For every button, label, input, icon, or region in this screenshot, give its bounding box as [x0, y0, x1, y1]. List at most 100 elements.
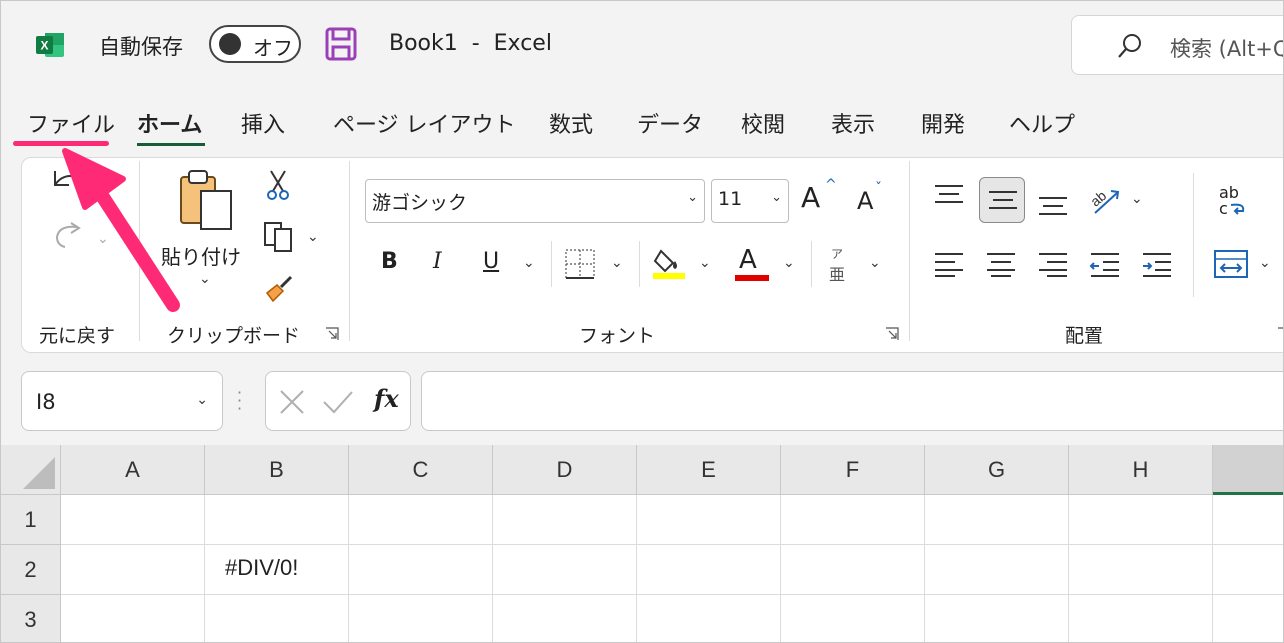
shrink-font-button[interactable]: A [857, 187, 873, 215]
redo-icon[interactable] [49, 221, 89, 251]
merge-center-icon[interactable] [1213, 249, 1249, 279]
cell-d3[interactable] [493, 595, 637, 642]
redo-dropdown-icon[interactable]: ⌄ [97, 231, 109, 247]
row-header-3[interactable]: 3 [1, 595, 61, 642]
vertical-dots-icon[interactable]: · · · [237, 385, 242, 417]
cell-a3[interactable] [61, 595, 205, 642]
cell-e3[interactable] [637, 595, 781, 642]
cut-icon[interactable] [265, 169, 291, 201]
tab-developer[interactable]: 開発 [921, 107, 965, 139]
column-header-h[interactable]: H [1069, 445, 1213, 495]
column-header-e[interactable]: E [637, 445, 781, 495]
bold-button[interactable]: B [381, 249, 398, 274]
column-header-b[interactable]: B [205, 445, 349, 495]
cell-a1[interactable] [61, 495, 205, 545]
cancel-icon[interactable] [278, 388, 306, 416]
copy-icon[interactable] [263, 221, 295, 253]
italic-button[interactable]: I [433, 249, 442, 274]
alignment-launcher-icon[interactable] [1277, 327, 1284, 341]
align-left-icon[interactable] [933, 251, 965, 277]
merge-dropdown-icon[interactable]: ⌄ [1259, 255, 1271, 271]
tab-home[interactable]: ホーム [137, 107, 202, 139]
cell-c1[interactable] [349, 495, 493, 545]
font-name-select[interactable]: 游ゴシック ⌄ [365, 179, 705, 223]
cell-h1[interactable] [1069, 495, 1213, 545]
fill-color-dropdown-icon[interactable]: ⌄ [699, 255, 711, 271]
font-color-dropdown-icon[interactable]: ⌄ [783, 255, 795, 271]
cell-e1[interactable] [637, 495, 781, 545]
orientation-icon[interactable]: ab [1087, 183, 1123, 217]
cell-b2[interactable]: #DIV/0! [205, 545, 349, 595]
cell-c3[interactable] [349, 595, 493, 642]
search-box[interactable]: 検索 (Alt+Q) [1071, 15, 1283, 75]
borders-dropdown-icon[interactable]: ⌄ [611, 255, 623, 271]
borders-icon[interactable] [563, 247, 597, 281]
tab-file[interactable]: ファイル [27, 107, 115, 139]
enter-check-icon[interactable] [322, 388, 354, 416]
underline-button[interactable]: U [483, 249, 499, 274]
tab-page-layout[interactable]: ページ レイアウト [333, 107, 516, 139]
column-header-a[interactable]: A [61, 445, 205, 495]
row-header-2[interactable]: 2 [1, 545, 61, 595]
cell-i3[interactable] [1213, 595, 1283, 642]
cell-a2[interactable] [61, 545, 205, 595]
cell-f1[interactable] [781, 495, 925, 545]
decrease-indent-icon[interactable] [1089, 251, 1121, 277]
cell-h2[interactable] [1069, 545, 1213, 595]
name-box[interactable]: I8 ⌄ [21, 371, 223, 431]
autosave-toggle[interactable]: オフ [209, 25, 301, 63]
tab-formulas[interactable]: 数式 [549, 107, 593, 139]
cell-i2[interactable] [1213, 545, 1283, 595]
column-header-f[interactable]: F [781, 445, 925, 495]
tab-insert[interactable]: 挿入 [241, 107, 285, 139]
cell-d2[interactable] [493, 545, 637, 595]
clipboard-launcher-icon[interactable] [325, 327, 339, 341]
underline-dropdown-icon[interactable]: ⌄ [523, 255, 535, 271]
cell-f2[interactable] [781, 545, 925, 595]
tab-view[interactable]: 表示 [831, 107, 875, 139]
paste-label[interactable]: 貼り付け [161, 241, 241, 270]
align-center-icon[interactable] [985, 251, 1017, 277]
copy-dropdown-icon[interactable]: ⌄ [307, 229, 319, 245]
formula-input[interactable] [421, 371, 1283, 431]
cell-b3[interactable] [205, 595, 349, 642]
select-all-button[interactable] [1, 445, 61, 495]
cell-g2[interactable] [925, 545, 1069, 595]
cell-g3[interactable] [925, 595, 1069, 642]
cell-f3[interactable] [781, 595, 925, 642]
fill-color-icon[interactable] [651, 245, 687, 281]
increase-indent-icon[interactable] [1141, 251, 1173, 277]
grow-font-button[interactable]: A [801, 181, 820, 214]
wrap-text-button[interactable]: c [1219, 199, 1228, 218]
font-size-select[interactable]: 11 ⌄ [711, 179, 789, 223]
cell-c2[interactable] [349, 545, 493, 595]
tab-review[interactable]: 校閲 [741, 107, 785, 139]
save-icon[interactable] [325, 27, 357, 61]
font-color-button[interactable]: A [739, 245, 757, 275]
column-header-g[interactable]: G [925, 445, 1069, 495]
tab-help[interactable]: ヘルプ [1009, 107, 1075, 139]
align-top-icon[interactable] [933, 183, 965, 209]
row-header-1[interactable]: 1 [1, 495, 61, 545]
column-header-c[interactable]: C [349, 445, 493, 495]
column-header-i[interactable] [1213, 445, 1283, 495]
cell-h3[interactable] [1069, 595, 1213, 642]
phonetic-guide-button[interactable]: 亜 [829, 261, 845, 285]
align-right-icon[interactable] [1037, 251, 1069, 277]
align-bottom-icon[interactable] [1037, 191, 1069, 217]
orientation-dropdown-icon[interactable]: ⌄ [1131, 191, 1143, 207]
cell-g1[interactable] [925, 495, 1069, 545]
cell-i1[interactable] [1213, 495, 1283, 545]
cell-e2[interactable] [637, 545, 781, 595]
column-header-d[interactable]: D [493, 445, 637, 495]
tab-data[interactable]: データ [637, 107, 703, 139]
cell-b1[interactable] [205, 495, 349, 545]
format-painter-icon[interactable] [263, 273, 295, 303]
cell-d1[interactable] [493, 495, 637, 545]
insert-function-button[interactable]: fx [374, 384, 399, 413]
font-launcher-icon[interactable] [885, 327, 899, 341]
paste-icon[interactable] [177, 169, 235, 233]
phonetic-dropdown-icon[interactable]: ⌄ [869, 255, 881, 271]
undo-icon[interactable] [49, 167, 85, 197]
paste-dropdown-icon[interactable]: ⌄ [199, 271, 211, 287]
